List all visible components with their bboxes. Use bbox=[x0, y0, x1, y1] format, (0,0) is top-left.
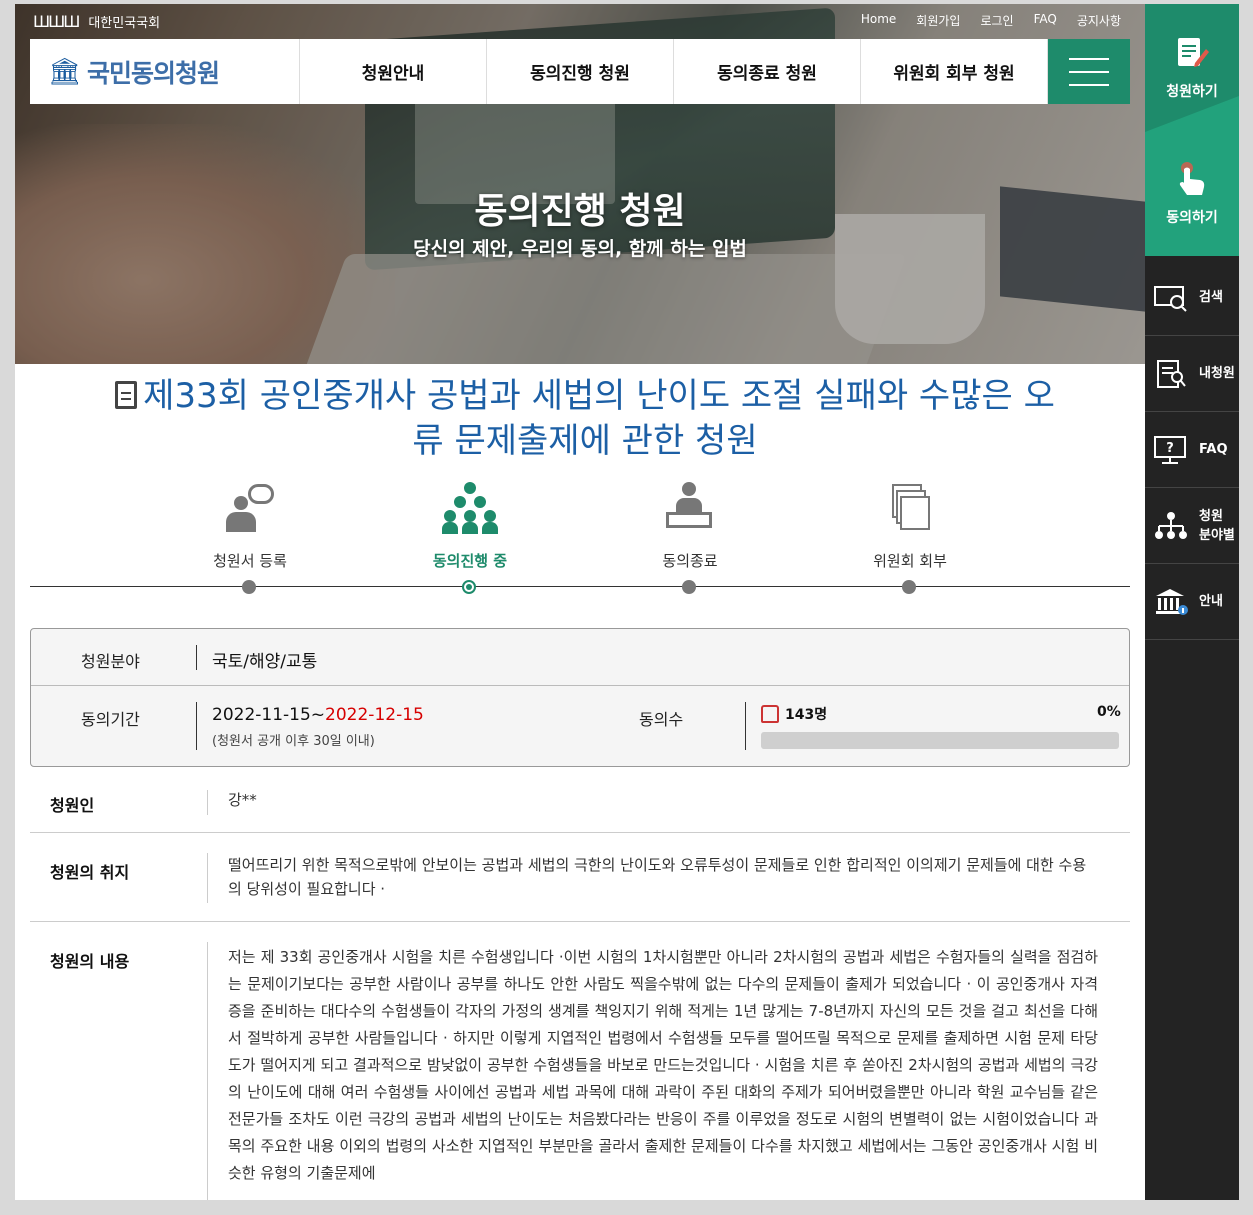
building-info-icon bbox=[1156, 588, 1188, 615]
progress-line bbox=[30, 586, 1130, 587]
purpose-row: 청원의 취지 떨어뜨리기 위한 목적으로밖에 안보이는 공법과 세법의 극한의 … bbox=[30, 833, 1130, 922]
sidebar-item-label: FAQ bbox=[1199, 442, 1228, 457]
util-home-link[interactable]: Home bbox=[861, 12, 896, 29]
category-label: 청원분야 bbox=[81, 652, 140, 671]
search-icon bbox=[1154, 285, 1187, 312]
faq-icon: ? bbox=[1154, 435, 1186, 464]
period-note: (청원서 공개 이후 30일 이내) bbox=[212, 734, 375, 749]
util-login-link[interactable]: 로그인 bbox=[980, 12, 1013, 29]
period-label: 동의기간 bbox=[81, 710, 140, 729]
content-text: 저는 제 33회 공인중개사 시험을 치른 수험생입니다 ·이번 시험의 1차시… bbox=[228, 948, 1098, 1182]
national-assembly-icon: ШШШ bbox=[33, 12, 80, 31]
period-end: 2022-12-15 bbox=[325, 705, 424, 725]
petition-title: 제33회 공인중개사 공법과 세법의 난이도 조절 실패와 수많은 오류 문제출… bbox=[115, 374, 1055, 464]
nav-closed-petitions[interactable]: 동의종료 청원 bbox=[674, 39, 861, 104]
quick-sidebar: 청원하기 동의하기 검색 내청원 ? FAQ 청원 분야별 안내 bbox=[1145, 4, 1239, 1200]
step-dot bbox=[902, 580, 916, 594]
agree-button[interactable]: 동의하기 bbox=[1145, 132, 1239, 256]
org-chart-icon bbox=[1155, 511, 1187, 539]
svg-text:?: ? bbox=[1166, 441, 1174, 456]
page-frame: ШШШ 대한민국국회 Home 회원가입 로그인 FAQ 공지사항 🏛 국민동의… bbox=[15, 4, 1239, 1200]
step-committee: 위원회 회부 bbox=[830, 482, 990, 594]
sidebar-item-faq[interactable]: ? FAQ bbox=[1145, 412, 1239, 488]
divider bbox=[207, 790, 208, 815]
petition-title-text: 제33회 공인중개사 공법과 세법의 난이도 조절 실패와 수많은 오류 문제출… bbox=[143, 376, 1055, 461]
purpose-label: 청원의 취지 bbox=[50, 863, 130, 882]
crowd-icon bbox=[442, 482, 498, 534]
nav-petition-guide[interactable]: 청원안내 bbox=[300, 39, 487, 104]
petitioner-speech-icon bbox=[222, 482, 278, 534]
document-icon bbox=[115, 381, 138, 409]
step-label: 동의진행 중 bbox=[432, 552, 508, 570]
petitioner-value: 강** bbox=[228, 791, 257, 809]
divider bbox=[207, 853, 208, 903]
step-in-progress: 동의진행 중 bbox=[390, 482, 550, 594]
agree-label: 동의하기 bbox=[1166, 210, 1218, 226]
util-notice-link[interactable]: 공지사항 bbox=[1077, 12, 1121, 29]
utility-nav: Home 회원가입 로그인 FAQ 공지사항 bbox=[861, 12, 1121, 29]
hero-banner: ШШШ 대한민국국회 Home 회원가입 로그인 FAQ 공지사항 🏛 국민동의… bbox=[15, 4, 1145, 364]
main-nav: 🏛 국민동의청원 청원안내 동의진행 청원 동의종료 청원 위원회 회부 청원 bbox=[30, 39, 1130, 104]
util-faq-link[interactable]: FAQ bbox=[1034, 12, 1057, 29]
petitioner-row: 청원인 강** bbox=[30, 768, 1130, 833]
sidebar-item-label: 청원 분야별 bbox=[1199, 508, 1235, 543]
period-start: 2022-11-15~ bbox=[212, 705, 326, 725]
write-petition-button[interactable]: 청원하기 bbox=[1145, 4, 1239, 132]
content-row: 청원의 내용 저는 제 33회 공인중개사 시험을 치른 수험생입니다 ·이번 … bbox=[30, 922, 1130, 1200]
agree-percent: 0% bbox=[1097, 704, 1121, 720]
divider bbox=[207, 942, 208, 1200]
step-dot-active bbox=[462, 580, 476, 594]
national-assembly-link[interactable]: ШШШ 대한민국국회 bbox=[33, 12, 160, 31]
step-label: 청원서 등록 bbox=[213, 552, 287, 570]
content-label: 청원의 내용 bbox=[50, 952, 130, 971]
step-registered: 청원서 등록 bbox=[170, 482, 330, 594]
divider bbox=[196, 645, 197, 670]
sidebar-item-category[interactable]: 청원 분야별 bbox=[1145, 488, 1239, 564]
purpose-text: 떨어뜨리기 위한 목적으로밖에 안보이는 공법과 세법의 극한의 난이도와 오류… bbox=[228, 856, 1087, 898]
progress-steps: 청원서 등록 동의진행 중 동의종료 위원회 회부 bbox=[30, 482, 1130, 612]
petitioner-label: 청원인 bbox=[50, 796, 95, 815]
sidebar-item-label: 안내 bbox=[1199, 594, 1223, 609]
podium-speaker-icon bbox=[662, 482, 718, 534]
sidebar-item-label: 검색 bbox=[1199, 290, 1223, 305]
nav-ongoing-petitions[interactable]: 동의진행 청원 bbox=[487, 39, 674, 104]
hero-subtitle: 당신의 제안, 우리의 동의, 함께 하는 입법 bbox=[413, 238, 747, 260]
step-dot bbox=[682, 580, 696, 594]
sidebar-item-search[interactable]: 검색 bbox=[1145, 260, 1239, 336]
sidebar-item-my-petition[interactable]: 내청원 bbox=[1145, 336, 1239, 412]
agree-count-value: 143명 bbox=[785, 707, 828, 723]
my-petition-icon bbox=[1157, 359, 1186, 388]
write-petition-label: 청원하기 bbox=[1166, 84, 1218, 100]
petition-info-box: 청원분야 국토/해양/교통 동의기간 2022-11-15~2022-12-15… bbox=[30, 628, 1130, 767]
sidebar-item-label: 내청원 bbox=[1199, 366, 1235, 381]
touch-hand-icon bbox=[1179, 162, 1205, 195]
write-document-icon bbox=[1178, 38, 1209, 67]
step-label: 위원회 회부 bbox=[873, 552, 947, 570]
document-stack-icon bbox=[882, 482, 938, 534]
site-logo-text: 국민동의청원 bbox=[87, 58, 220, 88]
info-row-category: 청원분야 국토/해양/교통 bbox=[31, 629, 1129, 686]
hero-title: 동의진행 청원 bbox=[474, 191, 686, 232]
menu-icon[interactable] bbox=[1048, 39, 1130, 104]
util-signup-link[interactable]: 회원가입 bbox=[916, 12, 960, 29]
period-value: 2022-11-15~2022-12-15 bbox=[212, 705, 424, 725]
thumbs-up-icon bbox=[761, 705, 779, 723]
assembly-building-icon: 🏛 bbox=[48, 56, 82, 87]
category-value: 국토/해양/교통 bbox=[212, 652, 318, 672]
step-dot bbox=[242, 580, 256, 594]
step-label: 동의종료 bbox=[662, 552, 718, 570]
divider bbox=[745, 702, 746, 750]
site-logo[interactable]: 🏛 국민동의청원 bbox=[30, 39, 300, 104]
step-closed: 동의종료 bbox=[610, 482, 770, 594]
sidebar-item-info[interactable]: 안내 bbox=[1145, 564, 1239, 640]
nav-committee-petitions[interactable]: 위원회 회부 청원 bbox=[861, 39, 1048, 104]
divider bbox=[196, 702, 197, 750]
agree-count-label: 동의수 bbox=[639, 710, 684, 729]
agree-progress-bar bbox=[761, 732, 1119, 749]
national-assembly-label: 대한민국국회 bbox=[88, 16, 161, 31]
